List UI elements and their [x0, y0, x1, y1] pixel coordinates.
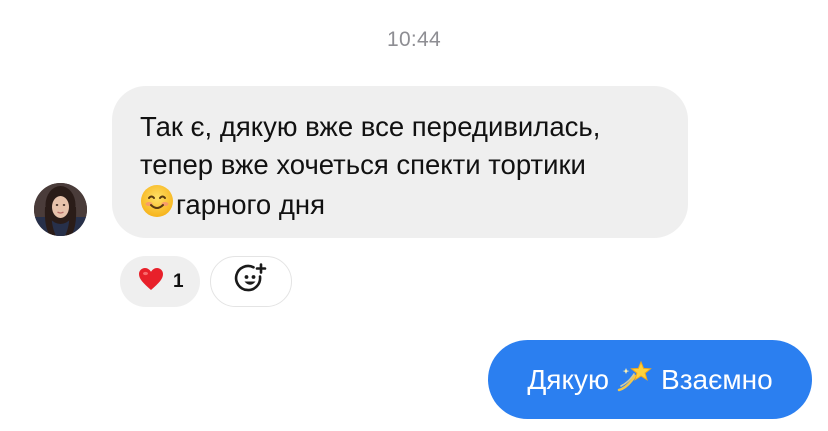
dizzy-star-emoji-icon: [617, 360, 653, 399]
red-heart-icon: [138, 267, 164, 296]
incoming-message-text: Так є, дякую вже все передивилась, тепер…: [140, 108, 662, 228]
incoming-message-bubble[interactable]: Так є, дякую вже все передивилась, тепер…: [112, 86, 688, 238]
add-reaction-button[interactable]: [210, 256, 292, 307]
message-line-2: тепер вже хочеться спекти тортики: [140, 149, 586, 180]
smiling-face-emoji-icon: [140, 184, 174, 228]
heart-reaction-chip[interactable]: 1: [120, 256, 200, 307]
contact-avatar[interactable]: [34, 183, 87, 236]
outgoing-text-before: Дякую: [527, 363, 610, 395]
message-line-3-text: гарного дня: [176, 189, 325, 220]
outgoing-text-after: Взаємно: [661, 363, 773, 395]
add-reaction-icon: [234, 262, 268, 301]
outgoing-message-bubble[interactable]: Дякую Взаємно: [488, 340, 812, 419]
message-line-1: Так є, дякую вже все передивилась,: [140, 111, 601, 142]
avatar-photo-icon: [34, 183, 87, 236]
message-timestamp: 10:44: [386, 28, 442, 51]
reaction-count: 1: [173, 270, 184, 292]
